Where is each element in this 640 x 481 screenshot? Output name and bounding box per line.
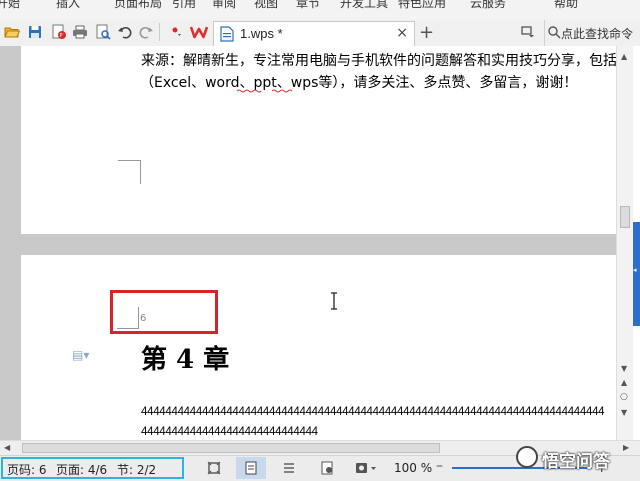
document-workspace[interactable]: 来源：解晴新生，专注常用电脑与手机软件的问题解答和实用技巧分享，包括（ （Exc… <box>0 46 616 440</box>
zoom-level[interactable]: 100 % <box>394 461 432 475</box>
menu-item-special[interactable]: 特色应用 <box>398 0 446 11</box>
open-folder-icon[interactable] <box>3 23 21 41</box>
wps-logo-icon <box>190 23 208 41</box>
next-page-icon[interactable]: ▼ <box>621 408 627 417</box>
watermark-logo-icon <box>516 446 538 468</box>
svg-text:P: P <box>60 33 63 39</box>
highlight-box-status <box>1 457 184 479</box>
page-corner-mark <box>118 160 141 184</box>
web-view-icon[interactable] <box>318 459 336 477</box>
body-text-line-2: 44444444444444444444444444444 <box>141 426 318 438</box>
command-search[interactable]: 点此查找命令 <box>521 20 640 46</box>
close-tab-icon[interactable]: × <box>396 25 408 41</box>
document-page-6[interactable]: 6 ▤▾ 第 4 章 44444444444444444444444444444… <box>21 255 616 440</box>
body-text-line-1: 4444444444444444444444444444444444444444… <box>141 406 605 418</box>
eye-protection-icon[interactable] <box>352 459 380 477</box>
toolbar-dropdown-icon[interactable] <box>168 23 186 41</box>
menu-item-view[interactable]: 视图 <box>254 0 278 11</box>
export-pdf-icon[interactable]: P <box>50 23 68 41</box>
undo-icon[interactable] <box>116 23 134 41</box>
menu-item-developer[interactable]: 开发工具 <box>340 0 388 11</box>
document-icon <box>220 26 234 46</box>
menu-item-review[interactable]: 审阅 <box>212 0 236 11</box>
paragraph-layout-icon[interactable]: ▤▾ <box>72 348 89 362</box>
menu-bar: 开始 插入 页面布局 引用 审阅 视图 章节 开发工具 特色应用 云服务 帮助 <box>0 0 640 21</box>
page-view-icon[interactable] <box>236 457 266 479</box>
status-bar: 页码: 6 页面: 4/6 节: 2/2 100 % – + 悟空问答 <box>0 446 640 481</box>
scroll-right-icon[interactable]: ▶ <box>623 443 629 452</box>
text-cursor-icon <box>331 292 337 310</box>
toolbar-separator <box>159 23 163 41</box>
menu-item-chapter[interactable]: 章节 <box>296 0 320 11</box>
menu-item-layout[interactable]: 页面布局 <box>114 0 162 11</box>
redo-icon[interactable] <box>137 23 155 41</box>
document-page-5[interactable]: 来源：解晴新生，专注常用电脑与手机软件的问题解答和实用技巧分享，包括（ （Exc… <box>21 46 616 234</box>
save-icon[interactable] <box>26 23 44 41</box>
command-search-label: 点此查找命令 <box>561 27 634 41</box>
spellcheck-underlines <box>236 89 293 93</box>
menu-item-reference[interactable]: 引用 <box>172 0 196 11</box>
horizontal-scrollbar-thumb[interactable] <box>22 443 440 453</box>
vertical-scrollbar[interactable]: ▲ ▼ ▲ ○ ▼ <box>616 46 634 440</box>
scrollbar-thumb[interactable] <box>620 206 630 228</box>
fullscreen-icon[interactable] <box>205 459 223 477</box>
menu-item-start[interactable]: 开始 <box>0 0 20 11</box>
document-tab-title: 1.wps * <box>240 26 283 41</box>
watermark-text: 悟空问答 <box>542 452 610 472</box>
highlight-box-page-number <box>110 290 218 334</box>
print-icon[interactable] <box>71 23 89 41</box>
scroll-down-icon[interactable]: ▼ <box>621 364 627 373</box>
menu-item-help[interactable]: 帮助 <box>554 0 578 11</box>
side-panel-arrow-icon: ◂ <box>633 266 637 274</box>
outline-view-icon[interactable] <box>280 459 298 477</box>
scroll-up-icon[interactable]: ▲ <box>621 52 627 61</box>
zoom-out-icon[interactable]: – <box>436 458 443 474</box>
menu-item-cloud[interactable]: 云服务 <box>470 0 506 11</box>
browse-object-icon[interactable]: ○ <box>620 392 628 402</box>
scroll-left-icon[interactable]: ◀ <box>4 443 10 452</box>
window-menu-icon[interactable] <box>519 23 537 41</box>
document-tab[interactable]: 1.wps * × <box>213 21 415 46</box>
side-panel-toggle[interactable]: ◂ <box>633 222 640 326</box>
chapter-heading: 第 4 章 <box>141 345 230 375</box>
print-preview-icon[interactable] <box>94 23 112 41</box>
new-tab-icon[interactable]: + <box>419 22 434 43</box>
menu-item-insert[interactable]: 插入 <box>56 0 80 11</box>
previous-page-icon[interactable]: ▲ <box>621 378 627 387</box>
